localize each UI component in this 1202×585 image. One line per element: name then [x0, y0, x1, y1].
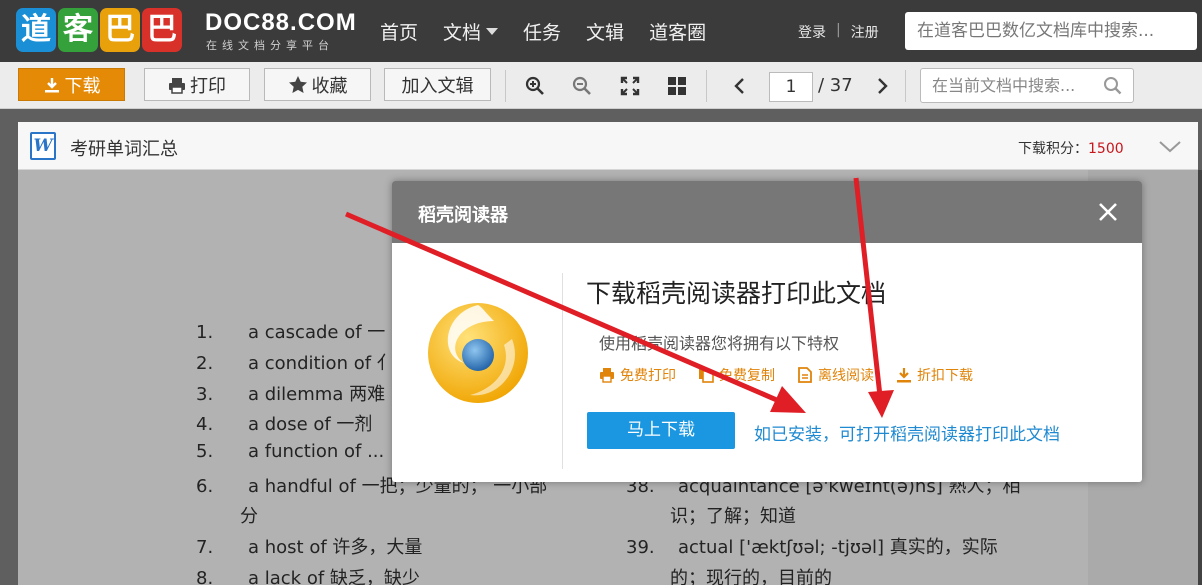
logo-tile-3: 巴 [100, 8, 140, 52]
star-icon [288, 75, 307, 93]
login-link[interactable]: 登录 [798, 22, 826, 42]
nav-item-label: 首页 [380, 22, 419, 44]
feature-label: 免费打印 [620, 368, 676, 384]
zoom-out-icon[interactable] [570, 74, 594, 98]
feature-label: 免费复制 [719, 368, 775, 384]
dialog-heading: 下载稻壳阅读器打印此文档 [586, 279, 887, 308]
download-points: 下载积分：1500 [1018, 138, 1124, 158]
points-value: 1500 [1088, 141, 1124, 157]
fullscreen-icon[interactable] [618, 74, 642, 98]
toolbar-divider [505, 70, 506, 102]
nav-item-label: 任务 [523, 22, 562, 44]
main-nav: 首页 文档 任务 文辑 道客圈 [380, 18, 731, 45]
points-label: 下载积分： [1018, 141, 1088, 157]
dialog-title: 稻壳阅读器 [418, 205, 508, 226]
document-search-input[interactable]: 在当前文档中搜索... [920, 68, 1134, 103]
page-number-input[interactable]: 1 [769, 72, 813, 102]
word-file-icon: W [30, 132, 56, 160]
chevron-down-icon [486, 28, 499, 35]
logo-tile-2: 客 [58, 8, 98, 52]
download-icon [897, 368, 911, 383]
nav-item-documents[interactable]: 文档 [443, 18, 499, 45]
dialog-divider [562, 273, 563, 469]
search-icon[interactable] [1103, 76, 1123, 96]
reader-download-dialog: 稻壳阅读器 下载稻壳阅读器打印此文档 使用稻壳阅读器您将拥有以下特权 免费打印 … [392, 181, 1142, 482]
document-toolbar: 下载 打印 收藏 加入文辑 1 / 37 在当前文档中搜索... [0, 62, 1202, 109]
nav-item-collections[interactable]: 文辑 [586, 18, 624, 45]
close-icon[interactable] [1094, 198, 1122, 226]
page-total: / 37 [818, 75, 853, 96]
site-tagline: 在线文档分享平台 [206, 39, 334, 52]
nav-item-label: 道客圈 [649, 22, 707, 44]
feature-free-print[interactable]: 免费打印 [599, 365, 676, 385]
logo-tile-4: 巴 [142, 8, 182, 52]
nav-item-label: 文档 [443, 22, 482, 44]
favorite-button[interactable]: 收藏 [264, 68, 371, 101]
toolbar-divider [905, 70, 906, 102]
print-label: 打印 [190, 75, 226, 97]
dialog-header: 稻壳阅读器 [392, 181, 1142, 243]
site-logo[interactable]: 道 客 巴 巴 [16, 8, 184, 52]
docer-reader-logo [428, 303, 528, 403]
nav-item-label: 文辑 [586, 22, 625, 44]
copy-icon [699, 368, 714, 383]
download-icon [44, 77, 59, 92]
feature-label: 折扣下载 [917, 368, 973, 384]
chevron-down-icon[interactable] [1158, 136, 1182, 156]
top-navigation-bar: 道 客 巴 巴 DOC88.COM 在线文档分享平台 首页 文档 任务 文辑 道… [0, 0, 1202, 62]
auth-separator: | [836, 22, 841, 38]
document-header: W 考研单词汇总 下载积分：1500 [18, 122, 1198, 170]
document-search-placeholder: 在当前文档中搜索... [932, 76, 1076, 95]
print-button[interactable]: 打印 [144, 68, 250, 101]
zoom-in-icon[interactable] [523, 74, 547, 98]
toolbar-divider [706, 70, 707, 102]
favorite-label: 收藏 [311, 75, 348, 97]
download-button[interactable]: 下载 [18, 68, 125, 101]
grid-view-icon[interactable] [665, 74, 689, 98]
site-name: DOC88.COM [205, 9, 357, 36]
feature-offline-reading[interactable]: 离线阅读 [797, 365, 874, 385]
nav-item-tasks[interactable]: 任务 [523, 18, 561, 45]
open-installed-reader-link[interactable]: 如已安装，可打开稻壳阅读器打印此文档 [754, 420, 1060, 445]
feature-free-copy[interactable]: 免费复制 [698, 365, 775, 385]
previous-page-icon[interactable] [728, 74, 752, 98]
nav-item-home[interactable]: 首页 [380, 18, 418, 45]
site-search-input[interactable]: 在道客巴巴数亿文档库中搜索... [905, 12, 1197, 50]
document-icon [798, 367, 812, 383]
document-title: 考研单词汇总 [70, 139, 178, 160]
printer-icon [169, 77, 185, 94]
dialog-subheading: 使用稻壳阅读器您将拥有以下特权 [599, 334, 840, 353]
feature-list: 免费打印 免费复制 离线阅读 折扣下载 [599, 365, 973, 385]
feature-discount-download[interactable]: 折扣下载 [896, 365, 973, 385]
auth-links: 登录 | 注册 [798, 22, 879, 42]
printer-icon [600, 368, 614, 383]
download-now-button[interactable]: 马上下载 [587, 412, 735, 449]
add-to-collection-button[interactable]: 加入文辑 [384, 68, 491, 101]
nav-item-circle[interactable]: 道客圈 [649, 18, 706, 45]
register-link[interactable]: 注册 [851, 22, 879, 42]
next-page-icon[interactable] [870, 74, 894, 98]
download-label: 下载 [64, 75, 101, 97]
logo-tile-1: 道 [16, 8, 56, 52]
feature-label: 离线阅读 [818, 368, 874, 384]
add-to-collection-label: 加入文辑 [401, 75, 474, 97]
